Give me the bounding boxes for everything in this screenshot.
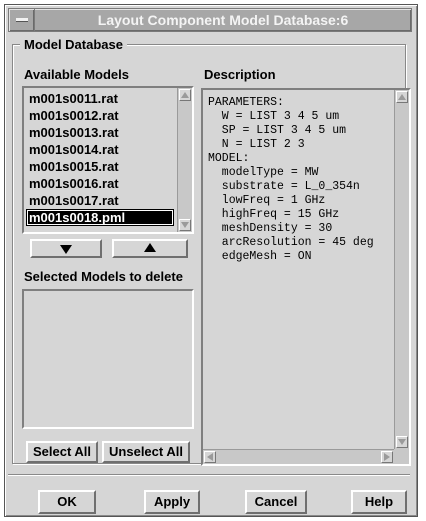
- scroll-corner: [394, 449, 409, 464]
- available-models-label: Available Models: [24, 67, 129, 82]
- available-models-list[interactable]: m001s0011.rat m001s0012.rat m001s0013.rat m…: [22, 86, 194, 234]
- scroll-up-arrow-icon: [181, 92, 189, 98]
- list-item[interactable]: m001s0011.rat: [26, 90, 174, 107]
- triangle-down-icon: [60, 245, 72, 254]
- description-line: lowFreq = 1 GHz: [208, 194, 326, 207]
- list-item[interactable]: m001s0016.rat: [26, 175, 174, 192]
- description-line: substrate = L_0_354n: [208, 180, 360, 193]
- button-divider: [8, 474, 410, 476]
- scroll-up-button[interactable]: [179, 89, 191, 101]
- description-line: W = LIST 3 4 5 um: [208, 110, 340, 123]
- scroll-left-arrow-icon: [207, 453, 213, 461]
- minimize-bar-icon: [16, 18, 28, 22]
- description-line: meshDensity = 30: [208, 222, 333, 235]
- description-line: highFreq = 15 GHz: [208, 208, 340, 221]
- desc-scroll-left-button[interactable]: [204, 451, 216, 463]
- title-bar[interactable]: Layout Component Model Database:6: [8, 8, 412, 32]
- description-line: N = LIST 2 3: [208, 138, 305, 151]
- apply-button[interactable]: Apply: [144, 490, 200, 514]
- list-item[interactable]: m001s0017.rat: [26, 192, 174, 209]
- scroll-down-arrow-icon: [181, 222, 189, 228]
- triangle-up-icon: [144, 243, 156, 252]
- list-item[interactable]: m001s0013.rat: [26, 124, 174, 141]
- group-title: Model Database: [20, 37, 127, 52]
- description-line: MODEL:: [208, 152, 250, 165]
- description-text: PARAMETERS: W = LIST 3 4 5 um SP = LIST …: [205, 92, 393, 448]
- list-item[interactable]: m001s0018.pml: [26, 209, 174, 226]
- description-horizontal-scrollbar[interactable]: [203, 449, 394, 464]
- desc-scroll-down-button[interactable]: [396, 436, 408, 448]
- select-all-button[interactable]: Select All: [26, 441, 98, 463]
- description-line: arcResolution = 45 deg: [208, 236, 374, 249]
- description-line: edgeMesh = ON: [208, 250, 312, 263]
- description-line: SP = LIST 3 4 5 um: [208, 124, 347, 137]
- description-line: modelType = MW: [208, 166, 319, 179]
- list-item[interactable]: m001s0015.rat: [26, 158, 174, 175]
- scroll-up-arrow-icon: [398, 94, 406, 100]
- available-models-items: m001s0011.rat m001s0012.rat m001s0013.rat m…: [26, 90, 174, 226]
- description-label: Description: [204, 67, 276, 82]
- desc-scroll-up-button[interactable]: [396, 91, 408, 103]
- scroll-right-arrow-icon: [384, 453, 390, 461]
- move-down-button[interactable]: [30, 239, 102, 258]
- help-button[interactable]: Help: [351, 490, 407, 514]
- list-item[interactable]: m001s0012.rat: [26, 107, 174, 124]
- description-vertical-scrollbar[interactable]: [394, 90, 409, 449]
- cancel-button[interactable]: Cancel: [245, 490, 307, 514]
- window-menu-button[interactable]: [9, 9, 35, 31]
- desc-scroll-right-button[interactable]: [381, 451, 393, 463]
- scroll-down-arrow-icon: [398, 439, 406, 445]
- selected-models-list[interactable]: [22, 289, 194, 429]
- move-up-button[interactable]: [112, 239, 188, 258]
- scroll-down-button[interactable]: [179, 219, 191, 231]
- ok-button[interactable]: OK: [38, 490, 96, 514]
- selected-models-label: Selected Models to delete: [24, 269, 183, 284]
- description-line: PARAMETERS:: [208, 96, 284, 109]
- list-item[interactable]: m001s0014.rat: [26, 141, 174, 158]
- description-panel[interactable]: PARAMETERS: W = LIST 3 4 5 um SP = LIST …: [201, 88, 411, 466]
- available-models-scrollbar[interactable]: [177, 88, 192, 232]
- unselect-all-button[interactable]: Unselect All: [102, 441, 190, 463]
- window-title: Layout Component Model Database:6: [97, 12, 349, 28]
